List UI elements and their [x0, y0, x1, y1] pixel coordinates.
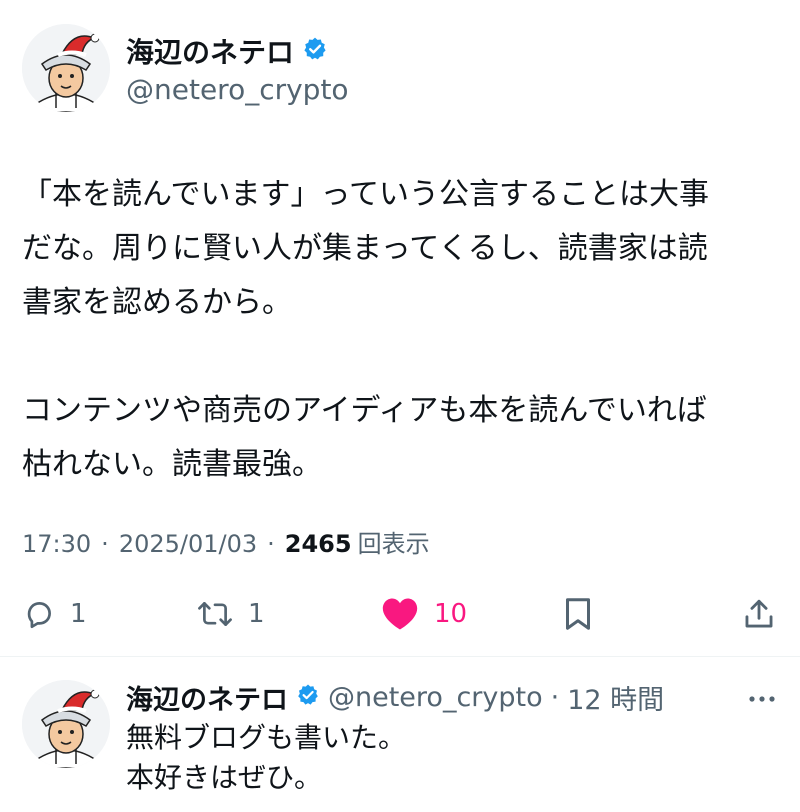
meta-separator: · — [267, 530, 275, 558]
action-bar: 1 1 10 — [0, 592, 800, 636]
reply-avatar[interactable] — [22, 680, 110, 768]
reply-separator: · — [550, 681, 560, 713]
reply-author-handle[interactable]: @netero_crypto — [328, 682, 543, 713]
share-icon — [742, 596, 776, 632]
reply-icon — [22, 597, 56, 631]
avatar-image — [22, 24, 110, 112]
tweet-time[interactable]: 17:30 — [22, 526, 91, 562]
tweet-meta: 17:30 · 2025/01/03 · 2465 回表示 — [22, 526, 430, 562]
author-name[interactable]: 海辺のネテロ — [126, 31, 294, 71]
tweet-date[interactable]: 2025/01/03 — [119, 526, 257, 562]
share-button[interactable] — [742, 592, 776, 636]
retweet-button[interactable]: 1 — [196, 592, 265, 636]
heart-icon — [380, 596, 420, 632]
like-count: 10 — [434, 599, 468, 629]
verified-badge-icon — [296, 683, 320, 711]
bookmark-icon — [562, 596, 594, 632]
avatar[interactable] — [22, 24, 110, 112]
like-button[interactable]: 10 — [380, 592, 467, 636]
avatar-image — [22, 680, 110, 768]
reply-button[interactable]: 1 — [22, 592, 87, 636]
reply-author-name[interactable]: 海辺のネテロ — [126, 678, 288, 717]
retweet-icon — [196, 597, 234, 631]
more-icon — [748, 688, 776, 707]
author-row: 海辺のネテロ — [126, 32, 328, 70]
views-label: 回表示 — [357, 530, 430, 558]
reply-text: 無料ブログも書いた。 本好きはぜひ。 — [126, 721, 407, 794]
bookmark-button[interactable] — [562, 592, 594, 636]
more-button[interactable] — [742, 682, 782, 712]
divider — [0, 656, 800, 657]
meta-separator: · — [101, 530, 109, 558]
verified-badge-icon — [302, 36, 328, 66]
reply-count: 1 — [70, 599, 87, 629]
views-count: 2465 — [284, 530, 352, 558]
reply-time[interactable]: 12 時間 — [567, 678, 664, 717]
retweet-count: 1 — [248, 599, 265, 629]
tweet-text: 「本を読んでいます」っていう公言することは大事 だな。周りに賢い人が集まってくる… — [22, 177, 709, 482]
reply-header: 海辺のネテロ @netero_crypto · 12 時間 — [126, 678, 664, 716]
author-handle[interactable]: @netero_crypto — [126, 72, 349, 108]
